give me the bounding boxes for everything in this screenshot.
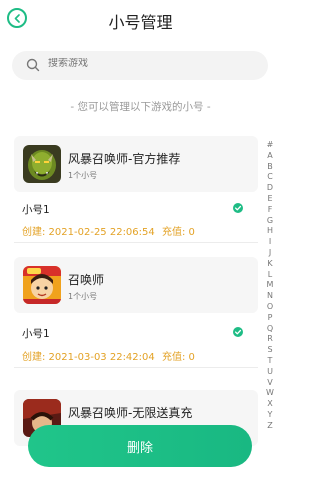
- alphabet-letter[interactable]: V: [263, 378, 277, 389]
- check-icon[interactable]: [233, 203, 243, 213]
- alphabet-letter[interactable]: Q: [263, 324, 277, 335]
- header-bar: 小号管理: [0, 0, 281, 40]
- alphabet-letter[interactable]: J: [263, 248, 277, 259]
- alphabet-letter[interactable]: C: [263, 172, 277, 183]
- game-group: 风暴召唤师-官方推荐 1个小号 小号1 创建: 2021-02-25 22:06…: [14, 136, 258, 246]
- created-time: 创建: 2021-03-03 22:42:04: [22, 352, 155, 363]
- game-group: 风暴召唤师-无限送真充: [14, 390, 258, 446]
- alphabet-letter[interactable]: P: [263, 313, 277, 324]
- alphabet-letter[interactable]: S: [263, 345, 277, 356]
- alphabet-letter[interactable]: G: [263, 216, 277, 227]
- game-icon: [23, 145, 61, 183]
- alphabet-letter[interactable]: X: [263, 399, 277, 410]
- alphabet-letter[interactable]: R: [263, 334, 277, 345]
- recharge-amount: 充值: 0: [162, 227, 195, 238]
- delete-button[interactable]: 删除: [28, 425, 252, 467]
- game-name: 风暴召唤师-无限送真充: [68, 406, 193, 420]
- alphabet-letter[interactable]: I: [263, 237, 277, 248]
- game-card[interactable]: 风暴召唤师-官方推荐 1个小号: [14, 136, 258, 192]
- created-time: 创建: 2021-02-25 22:06:54: [22, 227, 155, 238]
- alphabet-letter[interactable]: D: [263, 183, 277, 194]
- game-name: 风暴召唤师-官方推荐: [68, 152, 181, 166]
- game-icon: [23, 266, 61, 304]
- alphabet-letter[interactable]: Z: [263, 421, 277, 432]
- alphabet-letter[interactable]: A: [263, 151, 277, 162]
- alphabet-letter[interactable]: E: [263, 194, 277, 205]
- divider: [14, 367, 258, 368]
- game-card[interactable]: 召唤师 1个小号: [14, 257, 258, 313]
- game-group: 召唤师 1个小号 小号1 创建: 2021-03-03 22:42:04 充值:…: [14, 257, 258, 368]
- alphabet-letter[interactable]: M: [263, 280, 277, 291]
- alphabet-letter[interactable]: B: [263, 162, 277, 173]
- alphabet-letter[interactable]: O: [263, 302, 277, 313]
- hint-text: - 您可以管理以下游戏的小号 -: [70, 101, 211, 113]
- account-name: 小号1: [22, 328, 50, 340]
- page-title: 小号管理: [108, 13, 173, 32]
- alphabet-letter[interactable]: L: [263, 270, 277, 281]
- divider: [14, 242, 258, 243]
- alphabet-letter[interactable]: F: [263, 205, 277, 216]
- alphabet-index[interactable]: # A B C D E F G H I J K L M N O P Q R S T U V W X Y Z: [263, 140, 277, 432]
- account-count: 1个小号: [68, 171, 98, 180]
- check-icon[interactable]: [233, 327, 243, 337]
- account-count: 1个小号: [68, 292, 98, 301]
- alphabet-letter[interactable]: K: [263, 259, 277, 270]
- alphabet-letter[interactable]: W: [263, 388, 277, 399]
- recharge-amount: 充值: 0: [162, 352, 195, 363]
- alphabet-letter[interactable]: T: [263, 356, 277, 367]
- alphabet-letter[interactable]: N: [263, 291, 277, 302]
- search-input[interactable]: [48, 58, 248, 69]
- search-icon: [26, 58, 40, 72]
- game-name: 召唤师: [68, 273, 105, 287]
- alphabet-letter[interactable]: Y: [263, 410, 277, 421]
- search-bar[interactable]: [12, 51, 268, 80]
- alphabet-letter[interactable]: H: [263, 226, 277, 237]
- alphabet-letter[interactable]: #: [263, 140, 277, 151]
- account-name: 小号1: [22, 204, 50, 216]
- alphabet-letter[interactable]: U: [263, 367, 277, 378]
